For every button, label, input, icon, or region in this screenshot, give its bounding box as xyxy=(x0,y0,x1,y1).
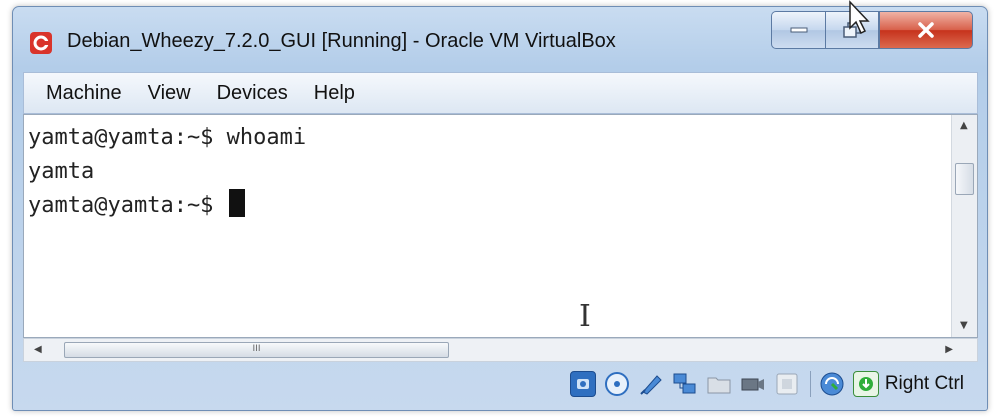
terminal-line-output: yamta xyxy=(28,159,95,184)
vm-screen[interactable]: yamta@yamta:~$ whoami yamta yamta@yamta:… xyxy=(23,114,978,338)
status-separator xyxy=(809,371,811,397)
optical-drive-icon[interactable] xyxy=(604,371,630,397)
virtualbox-window: Debian_Wheezy_7.2.0_GUI [Running] - Orac… xyxy=(12,6,988,411)
close-icon xyxy=(918,22,934,38)
ibeam-cursor-icon: I xyxy=(579,299,591,334)
vertical-scrollbar[interactable]: ▲ ▼ xyxy=(951,115,977,337)
horizontal-scroll-thumb[interactable]: III xyxy=(64,342,449,358)
status-bar: Right Ctrl xyxy=(23,364,978,404)
mouse-pointer-icon xyxy=(849,0,870,35)
scroll-left-arrow-icon[interactable]: ◀ xyxy=(34,345,42,355)
hard-disk-icon[interactable] xyxy=(569,371,596,397)
text-cursor xyxy=(228,189,245,217)
scroll-down-arrow-icon[interactable]: ▼ xyxy=(960,321,968,331)
menu-help[interactable]: Help xyxy=(314,82,355,105)
scroll-up-arrow-icon[interactable]: ▲ xyxy=(960,121,968,131)
video-capture-icon[interactable] xyxy=(740,371,766,397)
usb-icon[interactable] xyxy=(638,371,664,397)
minimize-icon xyxy=(790,27,807,33)
minimize-button[interactable] xyxy=(771,11,825,49)
menu-machine[interactable]: Machine xyxy=(46,82,122,105)
title-bar[interactable]: Debian_Wheezy_7.2.0_GUI [Running] - Orac… xyxy=(13,7,987,69)
terminal-line-current: yamta@yamta:~$ xyxy=(28,189,947,223)
terminal-line-prompt: yamta@yamta:~$ whoami xyxy=(28,125,307,150)
horizontal-scrollbar[interactable]: ◀ III ▶ xyxy=(23,338,978,362)
host-key-label[interactable]: Right Ctrl xyxy=(885,373,964,395)
virtualbox-app-icon[interactable] xyxy=(30,32,52,54)
mouse-integration-icon[interactable] xyxy=(819,371,845,397)
terminal-output[interactable]: yamta@yamta:~$ whoami yamta yamta@yamta:… xyxy=(28,121,947,223)
keyboard-capture-icon[interactable] xyxy=(852,371,879,397)
shared-folders-icon[interactable] xyxy=(706,371,732,397)
network-icon[interactable] xyxy=(672,371,698,397)
close-button[interactable] xyxy=(879,11,973,49)
display-icon[interactable] xyxy=(774,371,800,397)
window-title: Debian_Wheezy_7.2.0_GUI [Running] - Orac… xyxy=(67,30,616,52)
scroll-right-arrow-icon[interactable]: ▶ xyxy=(945,345,953,355)
vertical-scroll-thumb[interactable] xyxy=(955,163,974,195)
terminal-prompt: yamta@yamta:~$ xyxy=(28,193,227,218)
menu-devices[interactable]: Devices xyxy=(217,82,288,105)
menu-view[interactable]: View xyxy=(148,82,191,105)
menu-bar: Machine View Devices Help xyxy=(23,72,978,114)
